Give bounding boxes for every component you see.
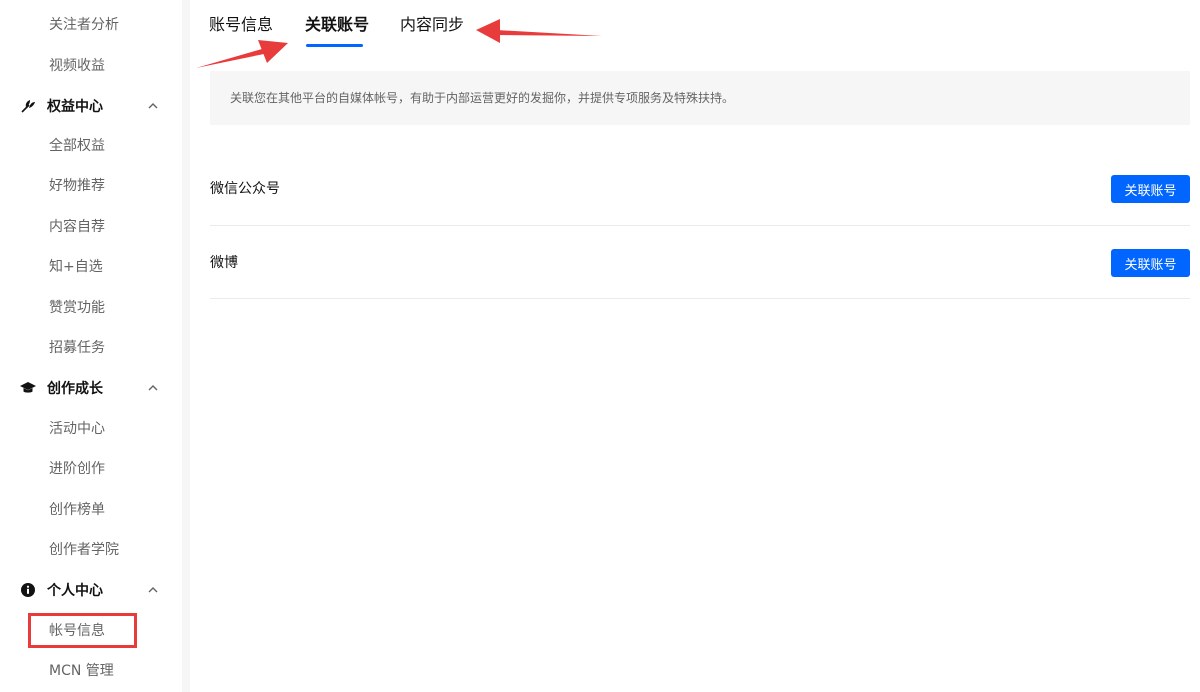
graduation-cap-icon [20,380,36,396]
main-panel: 账号信息 关联账号 内容同步 关联您在其他平台的自媒体帐号，有助于内部运营更好的… [190,0,1200,692]
active-tab-indicator [306,44,363,47]
sidebar-section-label: 个人中心 [47,583,103,599]
tab-linked-accounts[interactable]: 关联账号 [305,14,369,36]
sidebar-item-mcn-manage[interactable]: MCN 管理 [49,661,114,681]
sidebar-item-zhi-plus[interactable]: 知+自选 [49,257,103,277]
sidebar-item-video-income[interactable]: 视频收益 [49,56,105,76]
sidebar: 关注者分析 视频收益 权益中心 全部权益 好物推荐 内容自荐 知+自选 赞赏功能… [0,0,182,692]
platform-name: 微信公众号 [210,181,280,197]
info-icon [20,582,36,598]
sidebar-section-growth[interactable]: 创作成长 [20,377,165,399]
tab-content-sync[interactable]: 内容同步 [400,14,464,36]
platform-name: 微博 [210,255,238,271]
sidebar-item-all-rights[interactable]: 全部权益 [49,136,105,156]
sidebar-item-creator-academy[interactable]: 创作者学院 [49,540,119,560]
sidebar-section-label: 创作成长 [47,381,103,397]
tab-account-info[interactable]: 账号信息 [209,14,273,36]
sidebar-section-rights[interactable]: 权益中心 [20,95,165,117]
sidebar-item-activity-center[interactable]: 活动中心 [49,419,105,439]
sidebar-section-personal[interactable]: 个人中心 [20,579,165,601]
notice-banner: 关联您在其他平台的自媒体帐号，有助于内部运营更好的发掘你，并提供专项服务及特殊扶… [210,71,1190,125]
sidebar-item-product-recommend[interactable]: 好物推荐 [49,176,105,196]
rights-icon [20,98,36,114]
account-row-wechat: 微信公众号 关联账号 [210,152,1190,226]
sidebar-item-creation-ranking[interactable]: 创作榜单 [49,500,105,520]
sidebar-item-recruit-tasks[interactable]: 招募任务 [49,338,105,358]
chevron-up-icon[interactable] [147,584,159,596]
page: 关注者分析 视频收益 权益中心 全部权益 好物推荐 内容自荐 知+自选 赞赏功能… [0,0,1200,692]
annotation-highlight-box [28,613,137,648]
sidebar-section-label: 权益中心 [47,99,103,115]
account-row-weibo: 微博 关联账号 [210,226,1190,299]
notice-text: 关联您在其他平台的自媒体帐号，有助于内部运营更好的发掘你，并提供专项服务及特殊扶… [230,91,735,105]
sidebar-item-self-recommend[interactable]: 内容自荐 [49,217,105,237]
sidebar-item-tipping[interactable]: 赞赏功能 [49,298,105,318]
chevron-up-icon[interactable] [147,100,159,112]
link-wechat-button[interactable]: 关联账号 [1111,175,1190,203]
sidebar-item-follower-analysis[interactable]: 关注者分析 [49,15,119,35]
chevron-up-icon[interactable] [147,382,159,394]
sidebar-item-advanced-creation[interactable]: 进阶创作 [49,459,105,479]
link-weibo-button[interactable]: 关联账号 [1111,249,1190,277]
